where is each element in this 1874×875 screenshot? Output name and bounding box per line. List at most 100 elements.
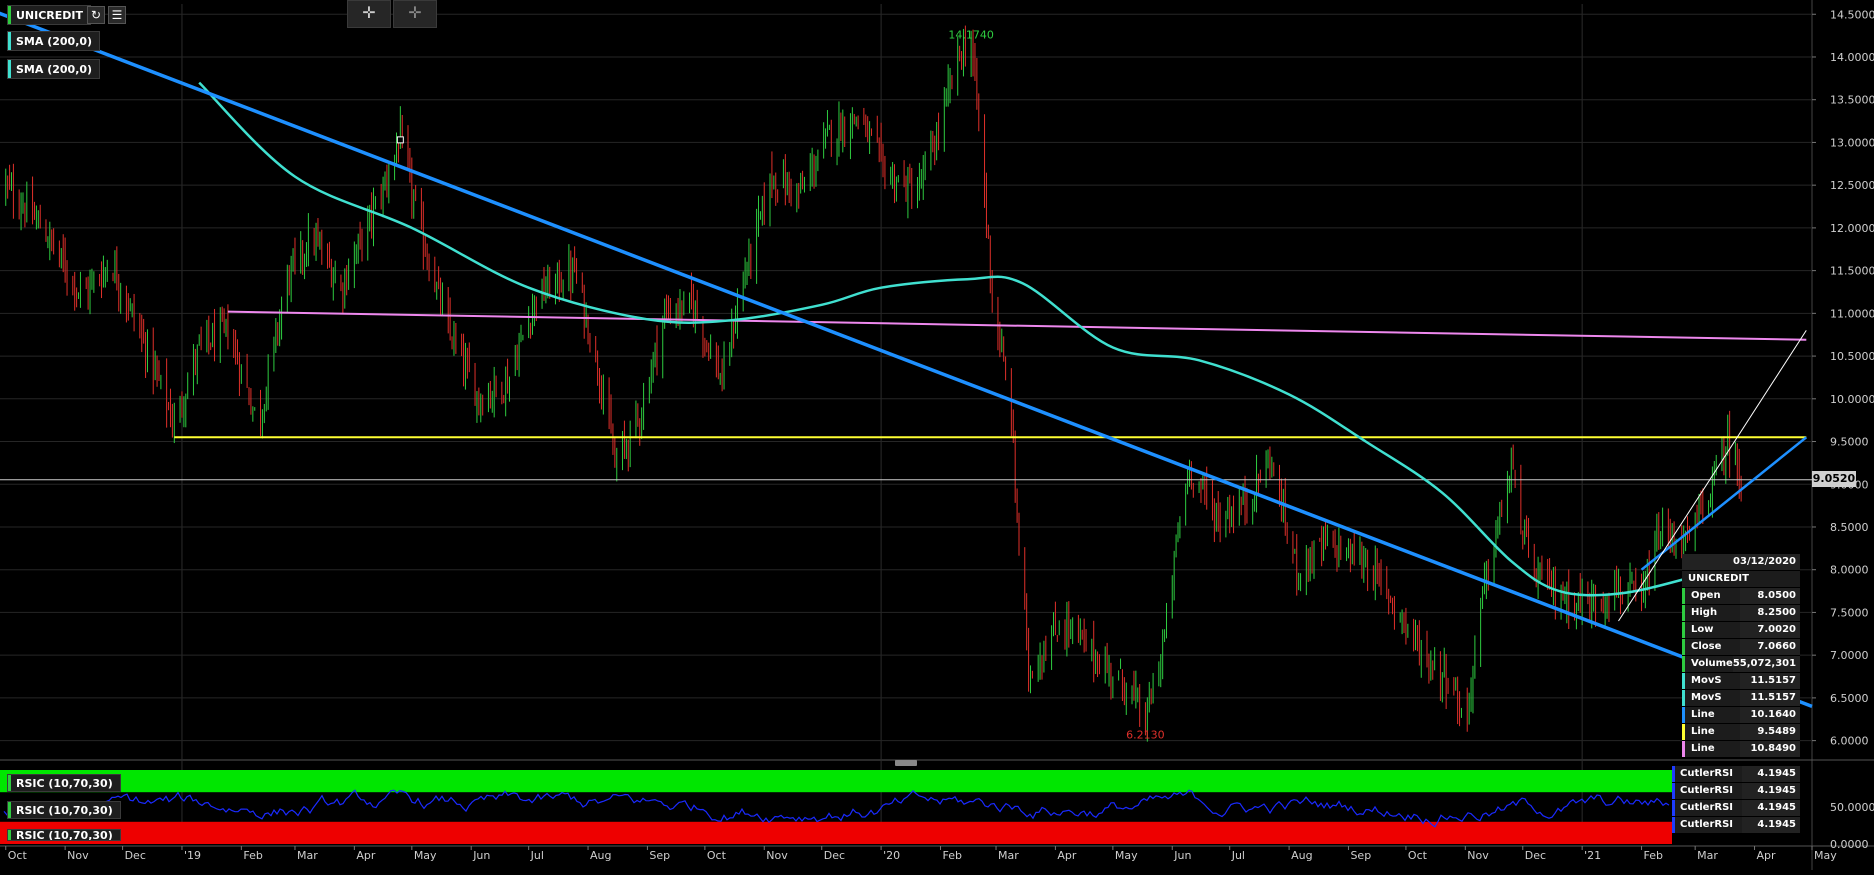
rsi-legend-1[interactable]: RSIC (10,70,30) (7, 774, 121, 792)
y-tick-label: 10.0000 (1830, 393, 1874, 406)
sma-label: SMA (200,0) (16, 35, 93, 48)
rsi-oversold-zone (0, 821, 1672, 844)
x-tick-label: Aug (590, 849, 611, 862)
y-tick-label: 12.5000 (1830, 179, 1874, 192)
info-label: Open (1682, 588, 1740, 604)
x-tick-label: Dec (125, 849, 146, 862)
info-row-open: Open 8.0500 (1682, 588, 1800, 605)
info-value: 10.1640 (1740, 707, 1800, 723)
x-tick-label: Feb (942, 849, 961, 862)
rsi-row-value: 4.1945 (1742, 783, 1800, 799)
y-tick-label: 13.0000 (1830, 136, 1874, 149)
x-tick-label: '19 (184, 849, 201, 862)
info-label: Close (1682, 639, 1740, 655)
info-value: 7.0020 (1740, 622, 1800, 638)
high-label: 14.1740 (948, 28, 994, 41)
symbol-legend[interactable]: UNICREDIT (7, 5, 92, 25)
x-tick-label: Sep (649, 849, 670, 862)
sma-label: SMA (200,0) (16, 63, 93, 76)
chart-area[interactable]: Oct Nov Dec '19 Feb Mar Apr May Jun Jul Aug Sep Oct N… (0, 0, 1874, 870)
rsi-row-label: CutlerRSI (1672, 817, 1742, 833)
ohlc-bars (5, 25, 1742, 742)
x-tick-label: '21 (1584, 849, 1601, 862)
rsi-row-value: 4.1945 (1742, 800, 1800, 816)
info-row-high: High 8.2500 (1682, 605, 1800, 622)
y-tick-label: 6.5000 (1830, 692, 1869, 705)
y-tick-label: 12.0000 (1830, 222, 1874, 235)
rsi-row: CutlerRSI 4.1945 (1672, 783, 1800, 800)
x-tick-label: Mar (998, 849, 1019, 862)
menu-button[interactable]: ☰ (108, 6, 126, 24)
info-title: UNICREDIT (1682, 571, 1800, 587)
info-row-line: Line 9.5489 (1682, 724, 1800, 741)
price-chart-svg[interactable]: Oct Nov Dec '19 Feb Mar Apr May Jun Jul Aug Sep Oct N… (0, 0, 1874, 870)
x-tick-label: Jul (530, 849, 544, 862)
x-tick-label: May (414, 849, 437, 862)
rsi-label: RSIC (10,70,30) (16, 777, 113, 790)
y-tick-label: 14.0000 (1830, 51, 1874, 64)
x-tick-label: Sep (1350, 849, 1371, 862)
y-tick-label: 6.0000 (1830, 735, 1869, 748)
sma-200-line (198, 81, 1742, 597)
x-tick-label: Apr (1057, 849, 1077, 862)
y-axis: 14.5000 14.0000 13.5000 13.0000 12.5000 12.00… (1812, 8, 1874, 748)
info-value: 55,072,301 (1732, 656, 1801, 672)
refresh-button[interactable]: ↻ (87, 6, 105, 24)
y-tick-label: 8.5000 (1830, 521, 1869, 534)
rsi-row-label: CutlerRSI (1672, 800, 1742, 816)
info-row-movs: MovS 11.5157 (1682, 690, 1800, 707)
sma-legend-1[interactable]: SMA (200,0) (7, 31, 101, 51)
y-tick-label: 8.0000 (1830, 564, 1869, 577)
rsi-label: RSIC (10,70,30) (16, 804, 113, 817)
sma-legend-2[interactable]: SMA (200,0) (7, 59, 101, 79)
x-tick-label: Oct (8, 849, 28, 862)
rsi-row-value: 4.1945 (1742, 766, 1800, 782)
x-tick-label: Feb (1644, 849, 1663, 862)
info-label: MovS (1682, 673, 1740, 689)
info-value: 7.0660 (1740, 639, 1800, 655)
crosshair-alt-icon: ✛ (408, 5, 422, 22)
info-date: 03/12/2020 (1682, 554, 1800, 570)
ohlc-info-panel: 03/12/2020 UNICREDIT Open 8.0500 High 8.250… (1682, 554, 1801, 758)
x-tick-label: Nov (1467, 849, 1489, 862)
x-tick-label: Mar (1697, 849, 1718, 862)
y-tick-label: 10.5000 (1830, 350, 1874, 363)
rsi-value-panel: CutlerRSI 4.1945 CutlerRSI 4.1945 CutlerRSI 4… (1672, 766, 1800, 834)
info-row-low: Low 7.0020 (1682, 622, 1800, 639)
info-date-row: 03/12/2020 (1682, 554, 1800, 571)
rsi-label: RSIC (10,70,30) (16, 829, 113, 841)
y-tick-label: 7.0000 (1830, 649, 1869, 662)
info-value: 8.2500 (1740, 605, 1800, 621)
menu-icon: ☰ (111, 8, 123, 22)
rsi-legend-2[interactable]: RSIC (10,70,30) (7, 801, 121, 819)
x-tick-label: Feb (243, 849, 262, 862)
symbol-label: UNICREDIT (16, 9, 84, 22)
rsi-row-label: CutlerRSI (1672, 766, 1742, 782)
info-label: Line (1682, 724, 1740, 740)
info-value: 9.5489 (1740, 724, 1800, 740)
x-tick-label: Nov (67, 849, 89, 862)
x-tick-label: May (1115, 849, 1138, 862)
info-row-line: Line 10.8490 (1682, 741, 1800, 758)
crosshair-alt-button[interactable]: ✛ (393, 0, 437, 28)
y-tick-label: 13.5000 (1830, 94, 1874, 107)
x-tick-label: Jun (472, 849, 490, 862)
trendline-anchor-handle (396, 136, 404, 144)
resistance-line (227, 310, 1807, 341)
x-tick-label: Apr (356, 849, 376, 862)
x-tick-label: '20 (883, 849, 900, 862)
x-tick-label: Apr (1757, 849, 1777, 862)
info-label: High (1682, 605, 1740, 621)
rsi-row: CutlerRSI 4.1945 (1672, 766, 1800, 783)
rsi-legend-3[interactable]: RSIC (10,70,30) (7, 829, 121, 841)
crosshair-button[interactable]: ✛ (347, 0, 391, 28)
pane-splitter-handle[interactable] (895, 760, 917, 766)
rsi-row: CutlerRSI 4.1945 (1672, 800, 1800, 817)
rsi-line (3, 789, 1670, 828)
refresh-icon: ↻ (90, 8, 102, 22)
info-value: 8.0500 (1740, 588, 1800, 604)
y-tick-label: 11.0000 (1830, 307, 1874, 320)
x-tick-label: Mar (297, 849, 318, 862)
x-tick-label: Oct (1408, 849, 1428, 862)
rsi-row-value: 4.1945 (1742, 817, 1800, 833)
